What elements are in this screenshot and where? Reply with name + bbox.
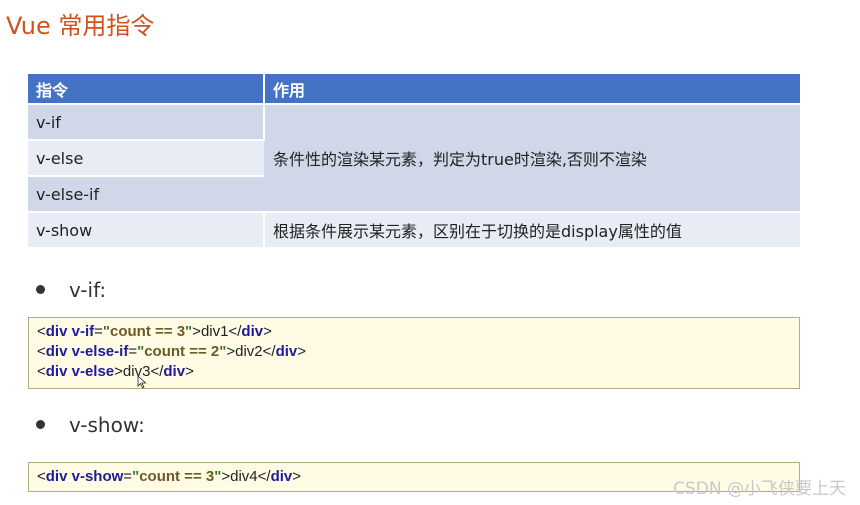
table-row: v-if 条件性的渲染某元素，判定为true时渲染,否则不渲染 xyxy=(28,103,800,212)
bullet-dot-icon xyxy=(36,285,45,294)
code-line: <div v-else>div3</div> xyxy=(37,363,194,380)
effect-cell-merged: 条件性的渲染某元素，判定为true时渲染,否则不渲染 xyxy=(264,103,800,212)
section-heading-vshow: v-show: xyxy=(36,413,145,437)
bullet-dot-icon xyxy=(36,420,45,429)
section-heading-vif: v-if: xyxy=(36,278,106,302)
code-line: <div v-else-if="count == 2">div2</div> xyxy=(37,343,307,360)
table-header-row: 指令 作用 xyxy=(28,74,800,104)
mouse-cursor-icon xyxy=(137,375,147,389)
page-title: Vue 常用指令 xyxy=(6,12,155,40)
effect-cell: 根据条件展示某元素，区别在于切换的是display属性的值 xyxy=(264,211,800,247)
section-label: v-show: xyxy=(69,413,145,437)
section-label: v-if: xyxy=(69,278,107,302)
watermark: CSDN @小飞侠要上天 xyxy=(673,479,846,499)
directive-table: 指令 作用 v-if 条件性的渲染某元素，判定为true时渲染,否则不渲染 v-… xyxy=(28,74,800,247)
column-header-directive: 指令 xyxy=(28,74,265,104)
directive-cell: v-else-if xyxy=(28,175,264,212)
directive-cell: v-show xyxy=(28,211,265,247)
table-row: v-show 根据条件展示某元素，区别在于切换的是display属性的值 xyxy=(28,211,800,247)
directive-cell: v-else xyxy=(28,139,264,176)
directive-cell: v-if xyxy=(28,103,265,140)
code-line: <div v-if="count == 3">div1</div> xyxy=(37,323,272,340)
column-header-effect: 作用 xyxy=(264,74,800,104)
